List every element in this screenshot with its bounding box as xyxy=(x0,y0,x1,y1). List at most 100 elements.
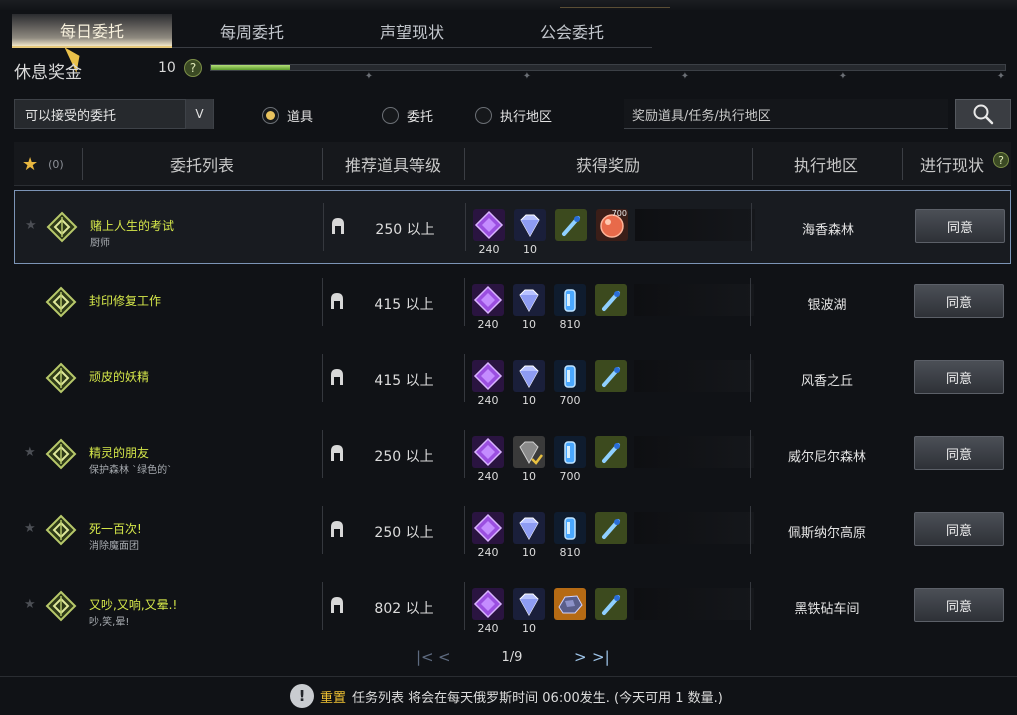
column-divider xyxy=(464,430,465,478)
reward-empty-slots xyxy=(634,360,754,392)
column-item-level[interactable]: 推荐道具等级 xyxy=(322,142,464,186)
blue-potion-icon xyxy=(595,284,627,316)
radio-item[interactable]: 道具 xyxy=(262,106,313,125)
column-quest-list[interactable]: 委托列表 xyxy=(82,142,322,186)
column-divider xyxy=(464,582,465,630)
reward-item[interactable]: 810 xyxy=(554,512,586,560)
quest-region: 黑铁砧车间 xyxy=(794,602,860,617)
favorite-star-icon[interactable]: ★ xyxy=(24,597,36,612)
reward-item[interactable] xyxy=(595,436,627,484)
reward-count: 10 xyxy=(522,470,536,483)
quest-title: 死一百次! xyxy=(89,522,142,536)
purple-crystal-icon xyxy=(473,209,505,241)
quest-row[interactable]: ★ 精灵的朋友 保护森林 `绿色的` 250 以上 240 10 700 威尔尼尔森林 同意 xyxy=(14,418,1011,492)
table-header: ★ (0) 委托列表 推荐道具等级 获得奖励 执行地区 进行现状 ? xyxy=(14,142,1011,186)
column-divider xyxy=(750,354,751,402)
quest-type-icon xyxy=(45,362,77,394)
column-divider xyxy=(322,430,323,478)
rest-tick-marker: ✦ xyxy=(838,71,848,82)
tab-daily-quests[interactable]: 每日委托 xyxy=(12,14,172,48)
reward-item[interactable]: 10 xyxy=(513,284,545,332)
reward-item[interactable]: 240 xyxy=(472,436,504,484)
reward-item[interactable] xyxy=(555,209,587,257)
favorites-filter[interactable]: ★ (0) xyxy=(22,142,82,186)
quest-row[interactable]: 封印修复工作 415 以上 240 10 810 银波湖 同意 xyxy=(14,266,1011,340)
quest-row[interactable]: ★ 赌上人生的考试 厨师 250 以上 240 10 700 海香森林 同意 xyxy=(14,190,1011,264)
column-divider xyxy=(750,506,751,554)
helmet-icon xyxy=(329,367,345,387)
reward-count: 810 xyxy=(559,318,581,331)
recommended-level: 250 以上 xyxy=(375,222,435,238)
accept-button[interactable]: 同意 xyxy=(914,588,1004,622)
quest-filter-dropdown[interactable]: 可以接受的委托 V xyxy=(14,99,214,129)
blue-potion-icon xyxy=(555,209,587,241)
reward-item[interactable]: 240 xyxy=(472,588,504,636)
radio-quest[interactable]: 委托 xyxy=(382,106,433,125)
quest-region: 威尔尼尔森林 xyxy=(787,450,866,465)
accept-button[interactable]: 同意 xyxy=(914,284,1004,318)
reward-item[interactable]: 240 xyxy=(473,209,505,257)
reward-item[interactable] xyxy=(595,360,627,408)
reward-item[interactable]: 10 xyxy=(513,436,545,484)
chevron-down-icon[interactable]: V xyxy=(185,99,213,129)
search-input[interactable]: 奖励道具/任务/执行地区 xyxy=(624,99,948,129)
column-status: 进行现状 xyxy=(919,156,984,175)
first-page-button[interactable]: |< xyxy=(416,648,434,666)
reward-item[interactable]: 10 xyxy=(514,209,546,257)
notice-keyword: 重置 xyxy=(320,690,347,706)
reward-item[interactable]: 10 xyxy=(513,512,545,560)
quest-title: 精灵的朋友 xyxy=(89,446,150,460)
reward-count: 240 xyxy=(477,622,499,635)
quest-row[interactable]: ★ 死一百次! 消除魔面团 250 以上 240 10 810 佩斯纳尔高原 同意 xyxy=(14,494,1011,568)
reward-count: 10 xyxy=(522,394,536,407)
reward-item[interactable]: 10 xyxy=(513,360,545,408)
favorite-star-icon[interactable]: ★ xyxy=(24,445,36,460)
prev-page-button[interactable]: < xyxy=(438,648,451,666)
reward-item[interactable]: 240 xyxy=(472,360,504,408)
purple-crystal-icon xyxy=(472,512,504,544)
tab-reputation[interactable]: 声望现状 xyxy=(332,14,492,48)
blue-shard-icon xyxy=(554,436,586,468)
quest-title: 顽皮的妖精 xyxy=(89,370,150,384)
next-page-button[interactable]: > xyxy=(574,648,587,666)
accept-button[interactable]: 同意 xyxy=(915,209,1005,243)
last-page-button[interactable]: >| xyxy=(592,648,610,666)
reward-item[interactable] xyxy=(595,588,627,636)
silver-gem-icon xyxy=(513,360,545,392)
exclamation-icon: ! xyxy=(290,684,314,708)
quest-type-icon xyxy=(45,286,77,318)
radio-region[interactable]: 执行地区 xyxy=(475,106,552,125)
favorite-star-icon[interactable]: ★ xyxy=(24,521,36,536)
reward-item[interactable]: 700 xyxy=(596,209,628,257)
column-divider xyxy=(751,203,752,251)
reward-item[interactable]: 700 xyxy=(554,360,586,408)
rest-bonus-help-icon[interactable]: ? xyxy=(184,59,202,77)
reward-item[interactable]: 810 xyxy=(554,284,586,332)
reward-item[interactable] xyxy=(554,588,586,636)
quest-row[interactable]: 顽皮的妖精 415 以上 240 10 700 风香之丘 同意 xyxy=(14,342,1011,416)
quest-region: 风香之丘 xyxy=(800,374,853,389)
quest-subtitle: 厨师 xyxy=(90,238,110,249)
status-help-icon[interactable]: ? xyxy=(993,152,1009,168)
reward-item[interactable]: 700 xyxy=(554,436,586,484)
tab-guild-quests[interactable]: 公会委托 xyxy=(492,14,652,48)
reward-count: 700 xyxy=(559,470,581,483)
tab-weekly-quests[interactable]: 每周委托 xyxy=(172,14,332,48)
search-button[interactable] xyxy=(955,99,1011,129)
reward-item[interactable] xyxy=(595,284,627,332)
column-region[interactable]: 执行地区 xyxy=(752,142,900,186)
purple-crystal-icon xyxy=(472,360,504,392)
reward-item[interactable]: 10 xyxy=(513,588,545,636)
top-frame xyxy=(0,0,1017,10)
accept-button[interactable]: 同意 xyxy=(914,436,1004,470)
favorite-star-icon[interactable]: ★ xyxy=(25,218,37,233)
accept-button[interactable]: 同意 xyxy=(914,360,1004,394)
quest-row[interactable]: ★ 又吵,又响,又晕.! 吵,笑,晕! 802 以上 240 10 黑铁砧车间 同意 xyxy=(14,570,1011,644)
accept-button[interactable]: 同意 xyxy=(914,512,1004,546)
quest-title: 又吵,又响,又晕.! xyxy=(89,598,178,612)
reward-item[interactable]: 240 xyxy=(472,512,504,560)
reward-item[interactable]: 240 xyxy=(472,284,504,332)
quest-subtitle: 吵,笑,晕! xyxy=(89,617,130,628)
quest-subtitle: 消除魔面团 xyxy=(89,541,139,552)
reward-item[interactable] xyxy=(595,512,627,560)
